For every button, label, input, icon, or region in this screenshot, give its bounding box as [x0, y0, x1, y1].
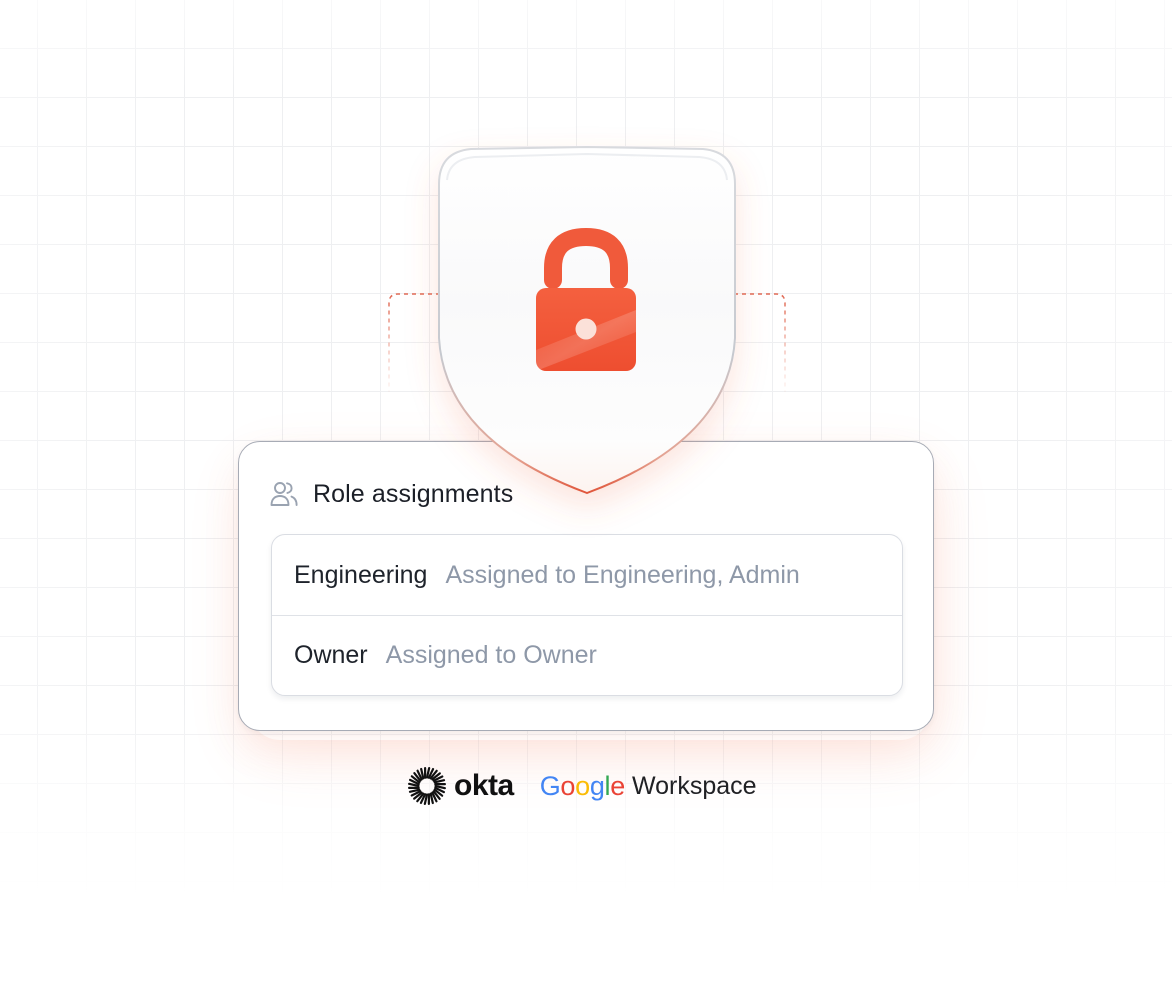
users-icon	[269, 479, 299, 509]
google-logo-text: Google	[539, 770, 626, 801]
shield-icon	[427, 140, 747, 510]
workspace-logo-text: Workspace	[631, 771, 757, 800]
okta-logo-icon	[408, 767, 447, 806]
role-row-engineering[interactable]: Engineering Assigned to Engineering, Adm…	[272, 535, 902, 615]
role-name: Owner	[294, 641, 368, 669]
integration-logos: okta Google Workspace	[408, 764, 757, 808]
role-list: Engineering Assigned to Engineering, Adm…	[271, 534, 903, 696]
role-name: Engineering	[294, 560, 428, 589]
role-description: Assigned to Owner	[385, 641, 597, 669]
okta-logo-text: okta	[454, 769, 514, 802]
role-row-owner[interactable]: Owner Assigned to Owner	[272, 615, 902, 695]
role-description: Assigned to Engineering, Admin	[445, 560, 800, 589]
